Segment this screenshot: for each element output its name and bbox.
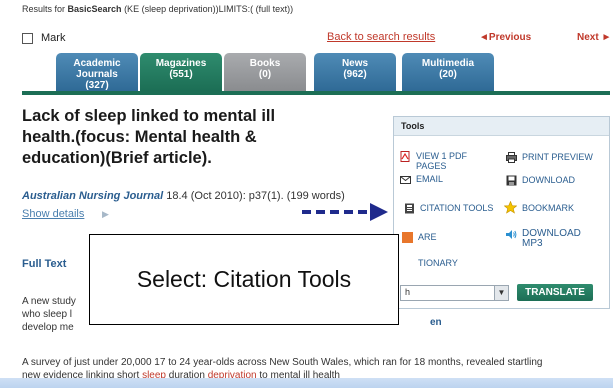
tab-count: (20): [439, 69, 457, 80]
arrow-right-icon: [302, 203, 388, 221]
email-link[interactable]: EMAIL: [400, 174, 443, 185]
instruction-callout: Select: Citation Tools: [89, 234, 399, 325]
partial-link[interactable]: en: [430, 317, 442, 328]
tool-label: ARE: [418, 232, 437, 242]
search-type: BasicSearch: [67, 4, 122, 14]
tab-count: (0): [258, 69, 272, 80]
dictionary-link[interactable]: TIONARY: [418, 258, 458, 268]
article-title: Lack of sleep linked to mental ill healt…: [22, 106, 362, 169]
tab-label: Journals: [76, 69, 118, 80]
tool-label: DOWNLOAD: [522, 175, 576, 185]
tool-label: VIEW 1 PDF: [416, 151, 468, 161]
tool-label: MP3: [522, 238, 543, 249]
share-icon: [402, 232, 413, 243]
view-pdf-link[interactable]: VIEW 1 PDF PAGES: [400, 151, 467, 171]
print-preview-link[interactable]: PRINT PREVIEW: [506, 152, 593, 163]
chevron-down-icon[interactable]: ▼: [494, 286, 508, 300]
tab-news[interactable]: News (962): [314, 53, 396, 91]
tab-label: Academic: [73, 58, 121, 69]
tab-count: (962): [343, 69, 367, 80]
select-value: h: [405, 287, 411, 297]
tool-label: PAGES: [416, 161, 447, 171]
tool-label: BOOKMARK: [522, 203, 575, 213]
language-select[interactable]: h ▼: [400, 285, 509, 301]
print-icon: [506, 152, 517, 163]
next-link[interactable]: Next ►: [577, 32, 611, 43]
tab-label: Multimedia: [421, 58, 475, 69]
title-line: Lack of sleep linked to mental ill: [22, 107, 276, 125]
body-text-line: who sleep l: [22, 309, 73, 320]
full-text-heading: Full Text: [22, 258, 67, 270]
share-link[interactable]: ARE: [402, 232, 437, 243]
tab-magazines[interactable]: Magazines (551): [140, 53, 222, 91]
highlighted-term: deprivation: [207, 370, 257, 378]
bookmark-link[interactable]: BOOKMARK: [504, 201, 574, 214]
download-mp3-link[interactable]: DOWNLOAD MP3: [506, 229, 581, 249]
search-results-summary: Results for BasicSearch (KE (sleep depri…: [22, 4, 293, 14]
tab-multimedia[interactable]: Multimedia (20): [402, 53, 494, 91]
citation-line: Australian Nursing Journal 18.4 (Oct 201…: [22, 190, 345, 202]
bottom-bar: [0, 378, 613, 388]
mark-control[interactable]: Mark: [22, 30, 65, 46]
title-line: education)(Brief article).: [22, 149, 212, 167]
download-link[interactable]: DOWNLOAD: [506, 175, 575, 186]
mark-checkbox[interactable]: [22, 32, 33, 44]
title-line: health.(focus: Mental health &: [22, 128, 257, 146]
body-text-line: A new study: [22, 296, 76, 307]
tab-count: (551): [169, 69, 193, 80]
tools-panel: Tools VIEW 1 PDF PAGES EMAIL PRINT PREVIE…: [393, 116, 610, 309]
body-text-line: new evidence linking short sleep duratio…: [22, 370, 340, 378]
citation-tools-link[interactable]: CITATION TOOLS: [404, 203, 493, 214]
pdf-icon: [400, 151, 410, 162]
tab-bar-underline: [22, 91, 610, 95]
text-fragment: to mental ill health: [256, 370, 340, 378]
download-icon: [506, 175, 517, 186]
tool-label: PRINT PREVIEW: [522, 152, 593, 162]
tab-count: (327): [85, 80, 109, 91]
body-text-line: develop me: [22, 322, 74, 333]
text-fragment: duration: [165, 370, 208, 378]
journal-name-link[interactable]: Australian Nursing Journal: [22, 190, 163, 202]
highlighted-term: sleep: [142, 370, 166, 378]
text-fragment: new evidence linking short: [22, 370, 143, 378]
body-text-line: A survey of just under 20,000 17 to 24 y…: [22, 357, 543, 368]
audio-icon: [506, 230, 517, 239]
results-prefix: Results for: [22, 4, 68, 14]
search-query: (KE (sleep deprivation))LIMITS:( (full t…: [121, 4, 294, 14]
bookmark-star-icon: [504, 201, 517, 214]
tab-label: Magazines: [155, 58, 207, 69]
tab-label: News: [341, 58, 369, 69]
expand-arrow-icon[interactable]: ▶: [102, 209, 109, 220]
tab-books[interactable]: Books (0): [224, 53, 306, 91]
back-to-results-link[interactable]: Back to search results: [327, 31, 435, 43]
tool-label: EMAIL: [416, 174, 444, 184]
tab-label: Books: [249, 58, 281, 69]
mark-label: Mark: [41, 32, 66, 44]
email-icon: [400, 176, 411, 184]
tool-label: CITATION TOOLS: [420, 203, 494, 213]
citation-icon: [405, 203, 414, 214]
translate-button[interactable]: TRANSLATE: [517, 284, 593, 301]
tab-academic-journals[interactable]: Academic Journals (327): [56, 53, 138, 91]
previous-link[interactable]: ◄Previous: [479, 32, 531, 43]
tools-heading: Tools: [394, 117, 609, 136]
show-details-link[interactable]: Show details: [22, 208, 84, 220]
